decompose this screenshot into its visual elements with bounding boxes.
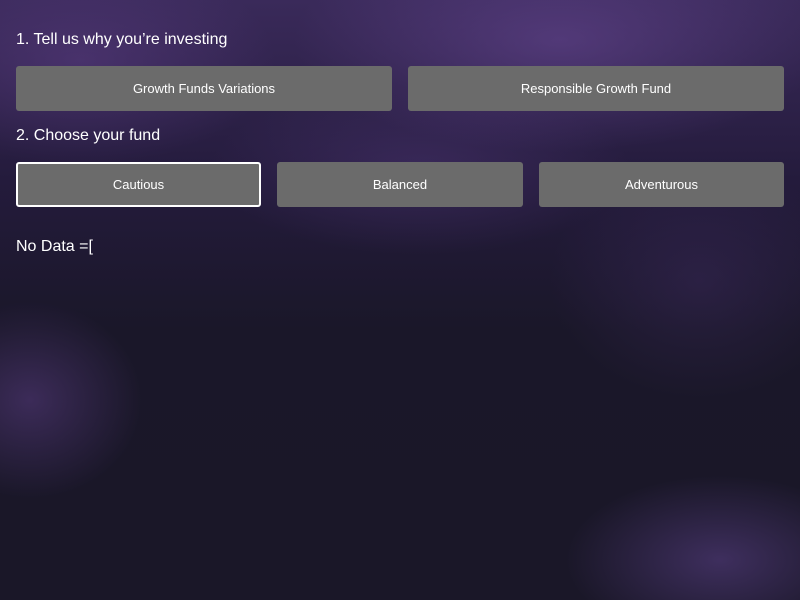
fund-section-title: 2. Choose your fund: [16, 127, 161, 144]
cautious-fund-button[interactable]: Cautious: [16, 162, 261, 207]
reason-section-title: 1. Tell us why you’re investing: [16, 31, 228, 48]
growth-funds-variations-button[interactable]: Growth Funds Variations: [16, 66, 392, 111]
balanced-fund-button[interactable]: Balanced: [277, 162, 523, 207]
adventurous-fund-button[interactable]: Adventurous: [539, 162, 784, 207]
no-data-message: No Data =[: [16, 238, 93, 255]
responsible-growth-fund-button[interactable]: Responsible Growth Fund: [408, 66, 784, 111]
